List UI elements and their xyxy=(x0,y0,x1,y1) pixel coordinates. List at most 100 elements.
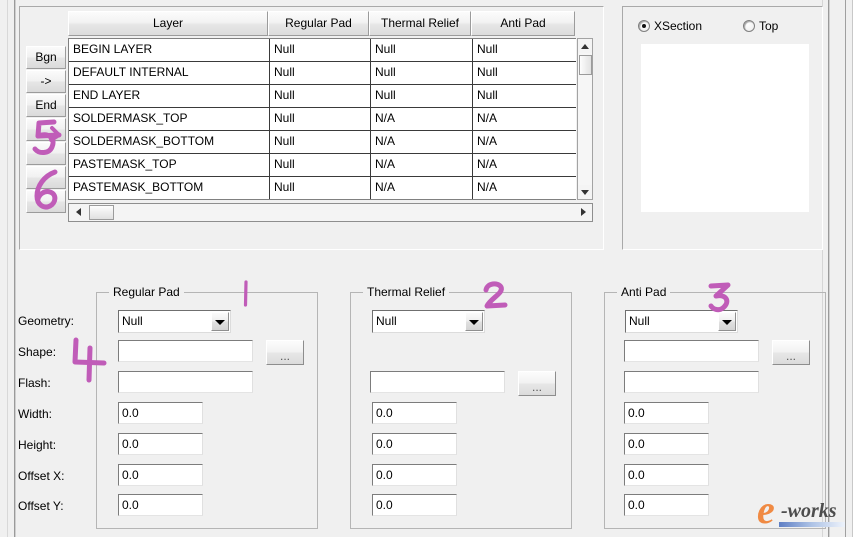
table-row[interactable]: DEFAULT INTERNAL Null Null Null xyxy=(69,62,576,85)
chevron-down-icon[interactable] xyxy=(718,312,736,331)
cell-regular-pad[interactable]: Null xyxy=(269,39,370,61)
cell-anti-pad[interactable]: N/A xyxy=(472,108,576,130)
radio-xsection-label: XSection xyxy=(654,19,703,33)
cell-anti-pad[interactable]: N/A xyxy=(472,177,576,199)
row-button-next[interactable]: -> xyxy=(26,70,66,93)
table-row[interactable]: SOLDERMASK_BOTTOM Null N/A N/A xyxy=(69,131,576,154)
regular-pad-shape-browse-button[interactable]: ... xyxy=(266,340,304,365)
cell-layer[interactable]: SOLDERMASK_BOTTOM xyxy=(69,131,269,153)
radio-top-label: Top xyxy=(759,19,779,33)
watermark-e-glyph: e xyxy=(757,487,775,532)
row-button-5[interactable] xyxy=(26,142,66,165)
anti-pad-offset-y-input[interactable]: 0.0 xyxy=(624,494,709,516)
cell-anti-pad[interactable]: Null xyxy=(472,85,576,107)
row-button-4[interactable] xyxy=(26,118,66,141)
cell-regular-pad[interactable]: Null xyxy=(269,62,370,84)
label-flash: Flash: xyxy=(18,376,51,390)
anti-pad-shape-input[interactable] xyxy=(624,340,759,362)
row-button-7[interactable] xyxy=(26,190,66,213)
window-frame-line xyxy=(15,0,16,537)
group-title-thermal-relief: Thermal Relief xyxy=(363,285,450,299)
group-title-anti-pad: Anti Pad xyxy=(617,285,671,299)
cell-thermal-relief[interactable]: N/A xyxy=(370,108,472,130)
table-row[interactable]: END LAYER Null Null Null xyxy=(69,85,576,108)
cell-thermal-relief[interactable]: N/A xyxy=(370,177,472,199)
dialog-root: Bgn -> End Layer Regular Pad Thermal Rel… xyxy=(0,0,853,537)
thermal-relief-height-input[interactable]: 0.0 xyxy=(372,433,457,455)
table-vertical-scrollbar[interactable] xyxy=(577,38,593,200)
scroll-right-arrow-icon[interactable] xyxy=(575,204,591,221)
radio-top[interactable]: Top xyxy=(743,18,778,34)
cell-layer[interactable]: PASTEMASK_BOTTOM xyxy=(69,177,269,199)
thermal-relief-flash-input[interactable] xyxy=(370,371,505,393)
scroll-up-arrow-icon[interactable] xyxy=(578,39,592,53)
table-horizontal-scrollbar[interactable] xyxy=(68,203,593,222)
table-row[interactable]: SOLDERMASK_TOP Null N/A N/A xyxy=(69,108,576,131)
cell-regular-pad[interactable]: Null xyxy=(269,108,370,130)
cell-anti-pad[interactable]: Null xyxy=(472,62,576,84)
anti-pad-flash-input[interactable] xyxy=(624,371,759,393)
cell-thermal-relief[interactable]: Null xyxy=(370,62,472,84)
chevron-down-icon[interactable] xyxy=(465,312,483,331)
column-header-layer[interactable]: Layer xyxy=(68,11,268,36)
watermark-underline xyxy=(779,522,845,527)
cell-thermal-relief[interactable]: Null xyxy=(370,85,472,107)
anti-pad-height-input[interactable]: 0.0 xyxy=(624,433,709,455)
table-row[interactable]: PASTEMASK_BOTTOM Null N/A N/A xyxy=(69,177,576,200)
regular-pad-height-input[interactable]: 0.0 xyxy=(118,433,203,455)
cell-regular-pad[interactable]: Null xyxy=(269,85,370,107)
table-row[interactable]: PASTEMASK_TOP Null N/A N/A xyxy=(69,154,576,177)
radio-xsection[interactable]: XSection xyxy=(638,18,702,34)
cell-layer[interactable]: DEFAULT INTERNAL xyxy=(69,62,269,84)
cell-thermal-relief[interactable]: N/A xyxy=(370,131,472,153)
label-offset-x: Offset X: xyxy=(18,469,65,483)
vertical-scroll-thumb[interactable] xyxy=(579,55,592,75)
thermal-relief-width-input[interactable]: 0.0 xyxy=(372,402,457,424)
column-header-regular-pad[interactable]: Regular Pad xyxy=(268,11,369,36)
anti-pad-geometry-select[interactable]: Null xyxy=(625,310,738,333)
table-row[interactable]: BEGIN LAYER Null Null Null xyxy=(69,39,576,62)
regular-pad-offset-y-input[interactable]: 0.0 xyxy=(118,494,203,516)
anti-pad-width-input[interactable]: 0.0 xyxy=(624,402,709,424)
thermal-relief-offset-x-input[interactable]: 0.0 xyxy=(372,464,457,486)
scroll-left-arrow-icon[interactable] xyxy=(70,204,86,221)
cell-anti-pad[interactable]: N/A xyxy=(472,154,576,176)
regular-pad-flash-input[interactable] xyxy=(118,371,253,393)
group-title-regular-pad: Regular Pad xyxy=(109,285,184,299)
table-body[interactable]: BEGIN LAYER Null Null Null DEFAULT INTER… xyxy=(68,38,576,200)
anti-pad-shape-browse-button[interactable]: ... xyxy=(772,340,810,365)
regular-pad-offset-x-input[interactable]: 0.0 xyxy=(118,464,203,486)
scroll-down-arrow-icon[interactable] xyxy=(578,185,592,199)
anti-pad-geometry-value: Null xyxy=(629,314,650,328)
cell-layer[interactable]: END LAYER xyxy=(69,85,269,107)
label-height: Height: xyxy=(18,438,57,452)
padstack-preview-canvas[interactable] xyxy=(641,44,809,212)
anti-pad-offset-x-input[interactable]: 0.0 xyxy=(624,464,709,486)
chevron-down-icon[interactable] xyxy=(211,312,229,331)
regular-pad-shape-input[interactable] xyxy=(118,340,253,362)
cell-regular-pad[interactable]: Null xyxy=(269,177,370,199)
cell-regular-pad[interactable]: Null xyxy=(269,154,370,176)
column-header-thermal-relief[interactable]: Thermal Relief xyxy=(369,11,471,36)
label-shape: Shape: xyxy=(18,345,57,359)
regular-pad-geometry-select[interactable]: Null xyxy=(118,310,231,333)
cell-layer[interactable]: SOLDERMASK_TOP xyxy=(69,108,269,130)
row-button-begin[interactable]: Bgn xyxy=(26,46,66,69)
cell-layer[interactable]: PASTEMASK_TOP xyxy=(69,154,269,176)
cell-regular-pad[interactable]: Null xyxy=(269,131,370,153)
cell-layer[interactable]: BEGIN LAYER xyxy=(69,39,269,61)
cell-anti-pad[interactable]: Null xyxy=(472,39,576,61)
row-button-end[interactable]: End xyxy=(26,94,66,117)
regular-pad-width-input[interactable]: 0.0 xyxy=(118,402,203,424)
cell-anti-pad[interactable]: N/A xyxy=(472,131,576,153)
column-header-anti-pad[interactable]: Anti Pad xyxy=(471,11,575,36)
thermal-relief-geometry-select[interactable]: Null xyxy=(372,310,485,333)
thermal-relief-offset-y-input[interactable]: 0.0 xyxy=(372,494,457,516)
cell-thermal-relief[interactable]: Null xyxy=(370,39,472,61)
label-geometry: Geometry: xyxy=(18,314,75,328)
thermal-relief-flash-browse-button[interactable]: ... xyxy=(518,371,556,396)
cell-thermal-relief[interactable]: N/A xyxy=(370,154,472,176)
row-button-6[interactable] xyxy=(26,166,66,189)
eworks-watermark: e -works xyxy=(757,487,845,532)
horizontal-scroll-thumb[interactable] xyxy=(89,205,114,220)
